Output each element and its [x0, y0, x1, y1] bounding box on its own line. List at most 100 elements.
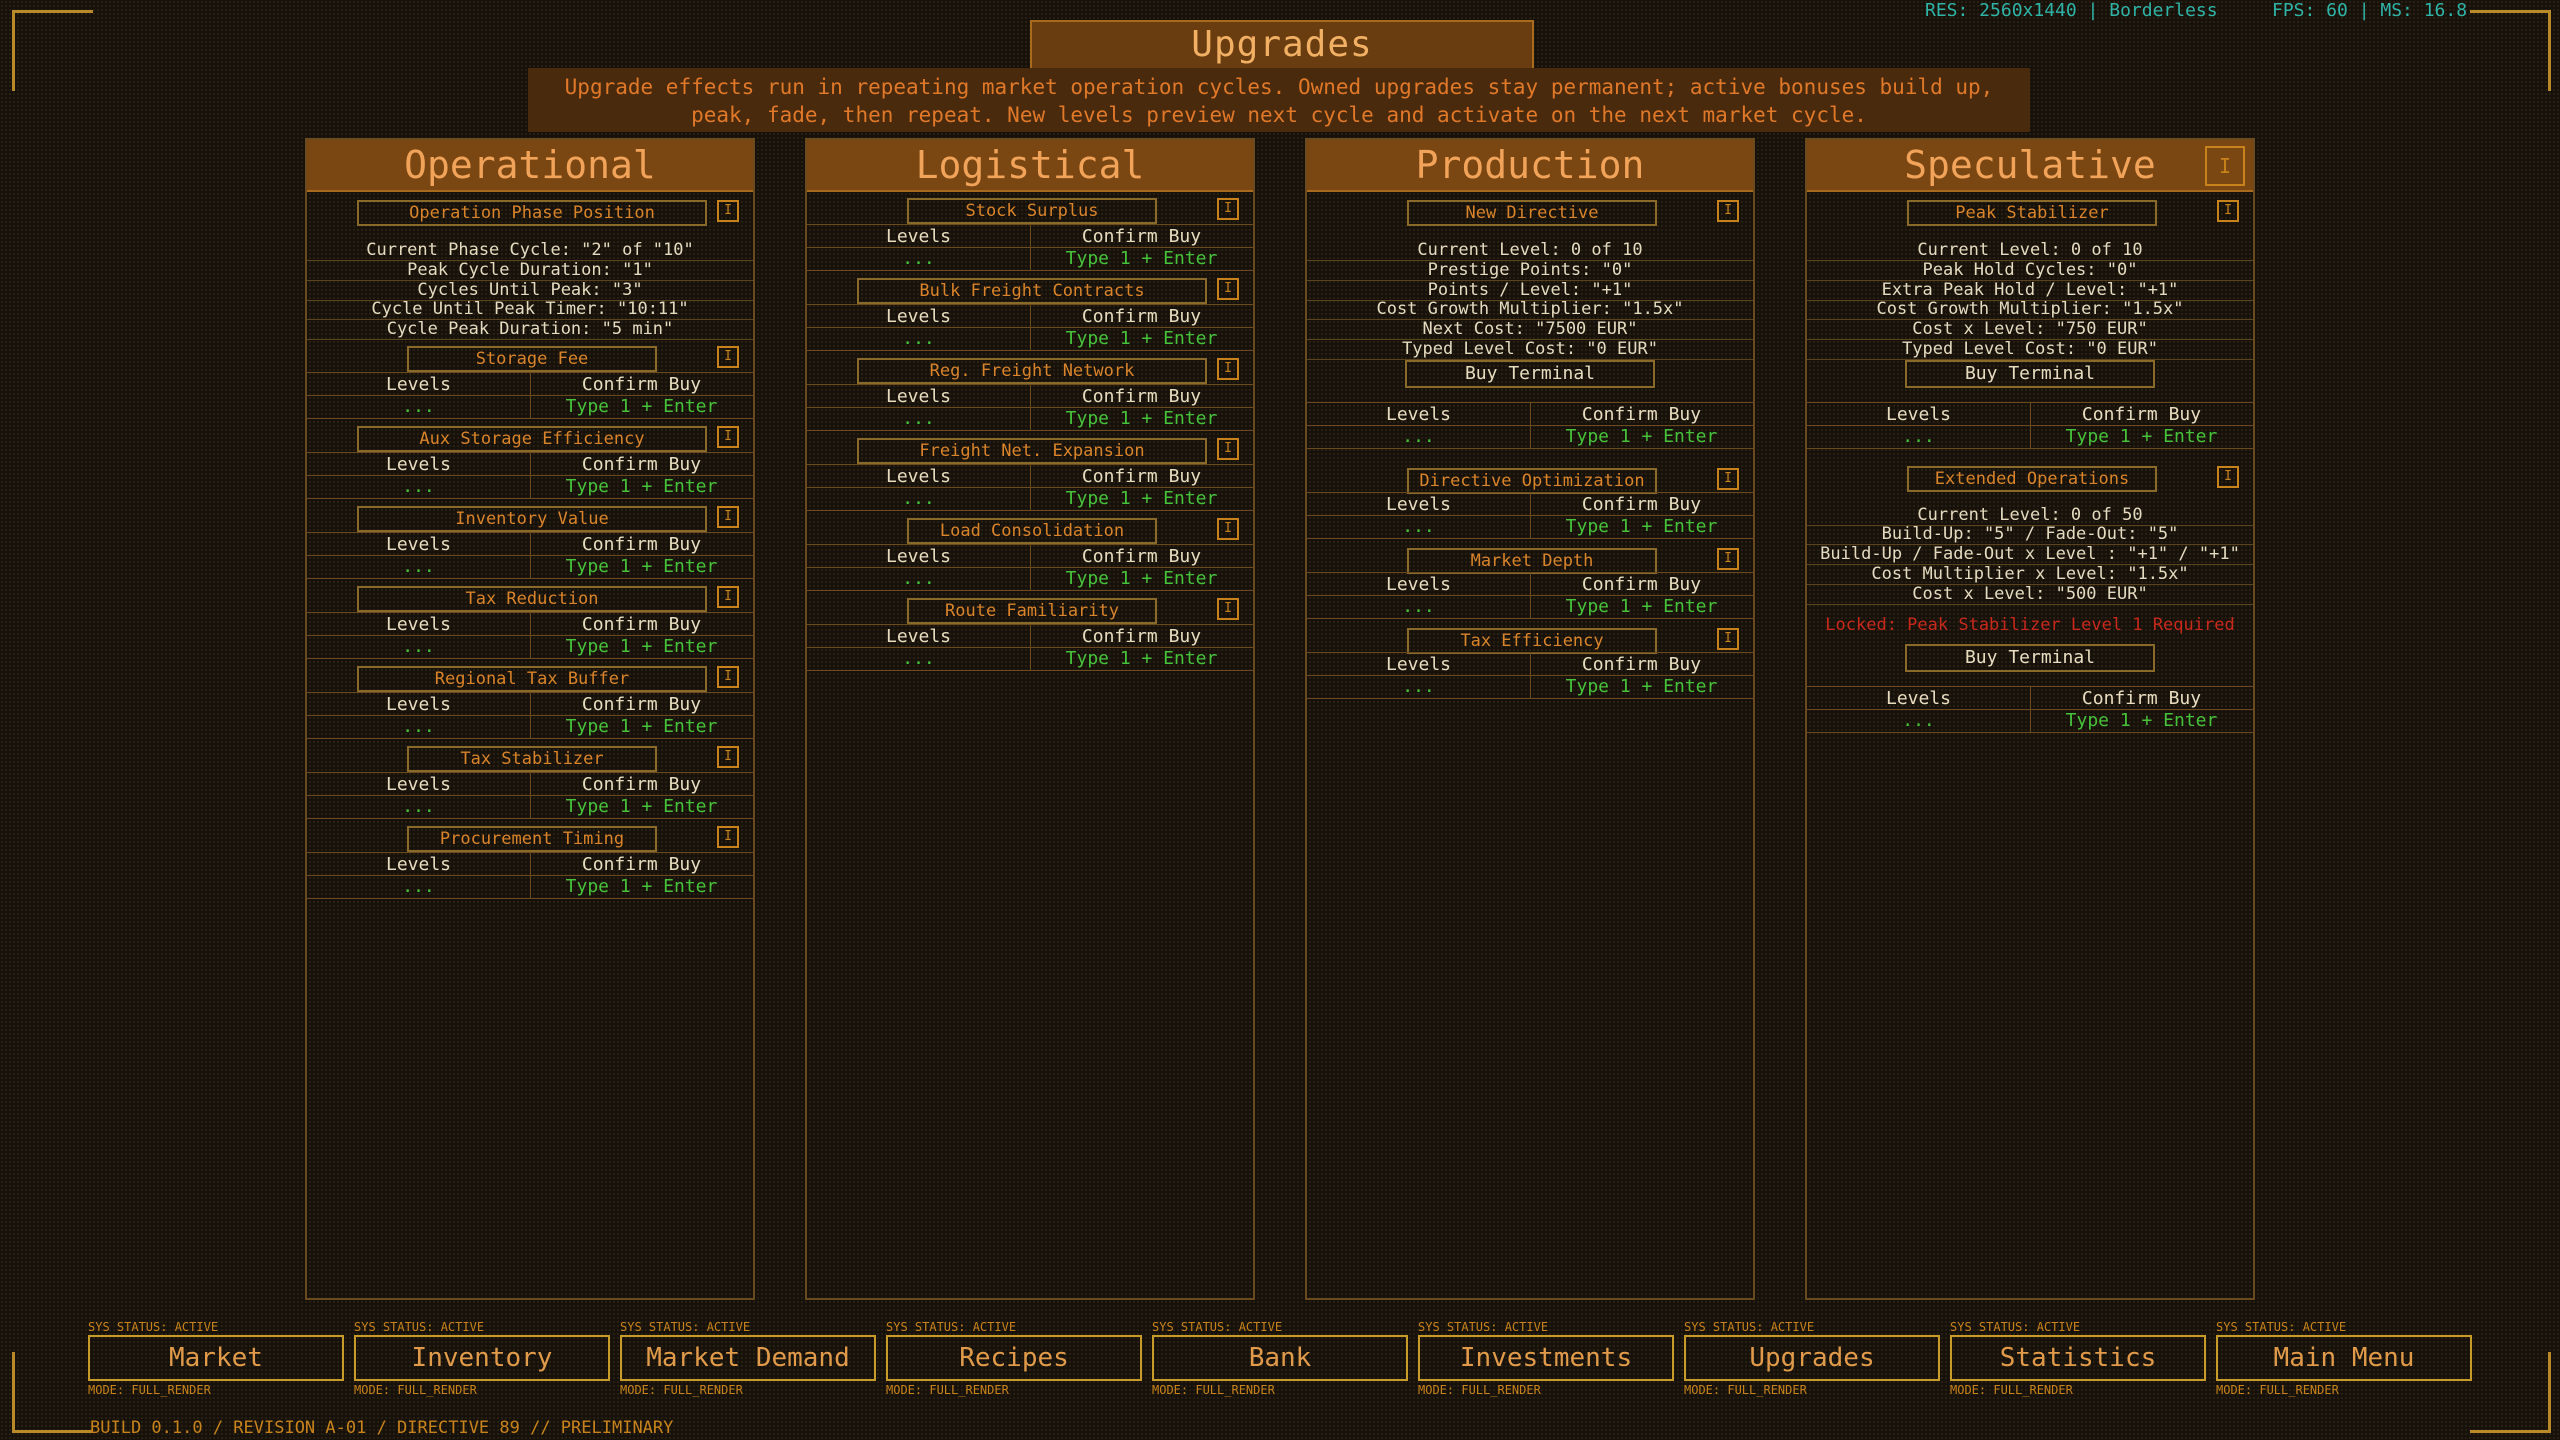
confirm-buy-label[interactable]: Confirm Buy [1030, 626, 1253, 647]
buy-terminal-button[interactable]: Buy Terminal [1905, 360, 2155, 388]
nav-inventory-button[interactable]: Inventory [354, 1335, 610, 1381]
info-icon[interactable]: I [1217, 438, 1239, 460]
nav-main-menu-button[interactable]: Main Menu [2216, 1335, 2472, 1381]
confirm-buy-label[interactable]: Confirm Buy [1030, 306, 1253, 327]
nav-market-demand-button[interactable]: Market Demand [620, 1335, 876, 1381]
info-line: Cycles Until Peak: "3" [307, 281, 753, 301]
info-icon[interactable]: I [1717, 200, 1739, 222]
confirm-buy-label[interactable]: Confirm Buy [1530, 574, 1753, 595]
info-icon[interactable]: I [1717, 468, 1739, 490]
levels-input[interactable]: ... [807, 568, 1030, 589]
confirm-buy-label[interactable]: Confirm Buy [1030, 226, 1253, 247]
levels-input[interactable]: ... [307, 876, 530, 897]
confirm-buy-label[interactable]: Confirm Buy [1030, 386, 1253, 407]
nav-status: SYS STATUS: ACTIVE [354, 1320, 485, 1334]
levels-input[interactable]: ... [1307, 596, 1530, 617]
column-logistical: Logistical Stock Surplus I Levels Confir… [805, 138, 1255, 1300]
confirm-buy-label[interactable]: Confirm Buy [530, 374, 753, 395]
confirm-buy-label[interactable]: Confirm Buy [1530, 404, 1753, 425]
info-icon[interactable]: I [2217, 200, 2239, 222]
confirm-buy-label[interactable]: Confirm Buy [530, 694, 753, 715]
info-icon[interactable]: I [1217, 598, 1239, 620]
levels-input[interactable]: ... [307, 636, 530, 657]
confirm-buy-label[interactable]: Confirm Buy [1530, 654, 1753, 675]
confirm-buy-label[interactable]: Confirm Buy [530, 454, 753, 475]
type-hint: Type 1 + Enter [2065, 426, 2218, 447]
column-operational: Operational Operation Phase Position I C… [305, 138, 755, 1300]
info-icon[interactable]: I [717, 826, 739, 848]
confirm-buy-label[interactable]: Confirm Buy [1030, 466, 1253, 487]
frame-corner-br [2470, 1352, 2551, 1433]
confirm-buy-label[interactable]: Confirm Buy [2030, 404, 2253, 425]
info-line: Build-Up: "5" / Fade-Out: "5" [1807, 525, 2253, 545]
section-title-stock-surplus: Stock Surplus [907, 198, 1157, 224]
type-hint: Type 1 + Enter [565, 716, 718, 737]
buy-terminal-button[interactable]: Buy Terminal [1405, 360, 1655, 388]
level-purchase-row: Levels Confirm Buy ... Type 1 + Enter [307, 852, 753, 899]
info-icon[interactable]: I [1217, 518, 1239, 540]
levels-input[interactable]: ... [1307, 676, 1530, 697]
levels-input[interactable]: ... [1307, 426, 1530, 447]
level-purchase-row: Levels Confirm Buy ... Type 1 + Enter [307, 372, 753, 419]
info-icon[interactable]: I [1217, 278, 1239, 300]
confirm-buy-label[interactable]: Confirm Buy [530, 774, 753, 795]
levels-input[interactable]: ... [307, 396, 530, 417]
level-purchase-row: Levels Confirm Buy ... Type 1 + Enter [807, 544, 1253, 591]
confirm-buy-label[interactable]: Confirm Buy [2030, 688, 2253, 709]
nav-status: SYS STATUS: ACTIVE [620, 1320, 751, 1334]
info-icon[interactable]: I [717, 586, 739, 608]
confirm-buy-label[interactable]: Confirm Buy [530, 854, 753, 875]
levels-input[interactable]: ... [807, 648, 1030, 669]
info-line: Next Cost: "7500 EUR" [1307, 320, 1753, 340]
info-icon[interactable]: I [717, 200, 739, 222]
levels-input[interactable]: ... [807, 488, 1030, 509]
section-title-directive-optimization: Directive Optimization [1407, 468, 1657, 494]
levels-input[interactable]: ... [807, 248, 1030, 269]
levels-input[interactable]: ... [807, 408, 1030, 429]
nav-recipes-button[interactable]: Recipes [886, 1335, 1142, 1381]
info-icon[interactable]: I [717, 746, 739, 768]
info-icon[interactable]: I [1717, 548, 1739, 570]
level-purchase-row: Levels Confirm Buy ... Type 1 + Enter [1307, 572, 1753, 619]
levels-input[interactable]: ... [307, 716, 530, 737]
level-purchase-row: Levels Confirm Buy ... Type 1 + Enter [307, 612, 753, 659]
confirm-buy-label[interactable]: Confirm Buy [1030, 546, 1253, 567]
levels-input[interactable]: ... [807, 328, 1030, 349]
type-hint: Type 1 + Enter [1565, 676, 1718, 697]
nav-statistics-button[interactable]: Statistics [1950, 1335, 2206, 1381]
info-icon[interactable]: I [717, 506, 739, 528]
type-hint: Type 1 + Enter [565, 556, 718, 577]
levels-label: Levels [1385, 494, 1452, 515]
info-line: Peak Cycle Duration: "1" [307, 261, 753, 281]
level-purchase-row: Levels Confirm Buy ... Type 1 + Enter [1807, 686, 2253, 733]
levels-input[interactable]: ... [307, 476, 530, 497]
column-title-production: Production [1307, 140, 1753, 192]
info-icon[interactable]: I [1717, 628, 1739, 650]
column-info-icon[interactable]: I [2205, 146, 2245, 186]
levels-input[interactable]: ... [307, 796, 530, 817]
confirm-buy-label[interactable]: Confirm Buy [530, 614, 753, 635]
confirm-buy-label[interactable]: Confirm Buy [1530, 494, 1753, 515]
info-icon[interactable]: I [717, 666, 739, 688]
section-title-bulk-freight-contracts: Bulk Freight Contracts [857, 278, 1207, 304]
levels-input[interactable]: ... [1807, 710, 2030, 731]
info-icon[interactable]: I [1217, 358, 1239, 380]
nav-market-button[interactable]: Market [88, 1335, 344, 1381]
buy-terminal-button[interactable]: Buy Terminal [1905, 644, 2155, 672]
nav-upgrades-button[interactable]: Upgrades [1684, 1335, 1940, 1381]
type-hint: Type 1 + Enter [1065, 648, 1218, 669]
nav-mode: MODE: FULL_RENDER [1418, 1383, 1541, 1397]
type-hint: Type 1 + Enter [565, 396, 718, 417]
info-icon[interactable]: I [717, 426, 739, 448]
levels-input[interactable]: ... [1307, 516, 1530, 537]
nav-investments-button[interactable]: Investments [1418, 1335, 1674, 1381]
levels-label: Levels [385, 534, 452, 555]
info-line: Extra Peak Hold / Level: "+1" [1807, 281, 2253, 301]
confirm-buy-label[interactable]: Confirm Buy [530, 534, 753, 555]
levels-input[interactable]: ... [1807, 426, 2030, 447]
nav-bank-button[interactable]: Bank [1152, 1335, 1408, 1381]
levels-input[interactable]: ... [307, 556, 530, 577]
info-icon[interactable]: I [717, 346, 739, 368]
info-icon[interactable]: I [1217, 198, 1239, 220]
info-icon[interactable]: I [2217, 466, 2239, 488]
